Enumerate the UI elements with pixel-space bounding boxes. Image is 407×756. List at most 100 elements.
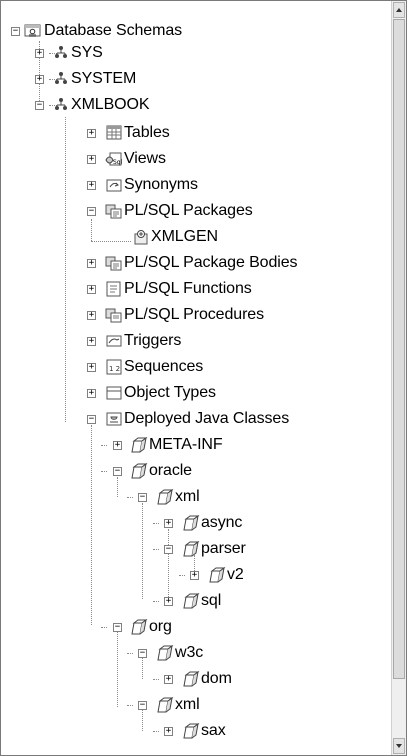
tree-node-label: w3c [175,644,204,661]
sequences-icon: 1 2 [106,359,122,375]
java-package-icon [183,722,200,739]
tree-node-label: org [149,618,172,635]
schema-icon [55,46,67,58]
arrow-up-icon [396,8,402,12]
collapse-toggle[interactable]: − [138,493,147,502]
java-package-icon [209,566,226,583]
tree-node-label: Triggers [124,332,182,349]
tree-node-label: PL/SQL Packages [124,202,253,219]
collapse-toggle[interactable]: − [113,467,122,476]
expand-toggle[interactable]: + [190,571,199,580]
tree-node-label: Tables [124,124,170,141]
schema-tree: − Database Schemas + SYS + SYSTEM − XMLB… [1,1,391,755]
java-package-icon [183,540,200,557]
tree-guide [101,471,107,472]
tree-node-label: parser [201,540,246,557]
tree-node-label: SYS [71,44,103,61]
tree-guide [179,575,185,576]
java-package-icon [157,488,174,505]
tree-guide [117,631,118,707]
plsql-package-body-icon [105,256,122,271]
expand-toggle[interactable]: + [164,727,173,736]
expand-toggle[interactable]: + [35,49,44,58]
java-package-icon [183,514,200,531]
expand-toggle[interactable]: + [87,389,96,398]
collapse-toggle[interactable]: − [87,415,96,424]
tree-node-label: Sequences [124,358,204,375]
expand-toggle[interactable]: + [87,311,96,320]
collapse-toggle[interactable]: − [87,207,96,216]
expand-toggle[interactable]: + [87,181,96,190]
schema-icon [55,72,67,84]
tree-guide [168,529,169,599]
object-types-icon [106,386,122,400]
collapse-toggle[interactable]: − [113,623,122,632]
tree-node-label: xml [175,696,200,713]
tree-node-label: PL/SQL Procedures [124,306,265,323]
expand-toggle[interactable]: + [87,337,96,346]
collapse-toggle[interactable]: − [138,701,147,710]
tree-node-label: sax [201,722,226,739]
schema-browser-panel: − Database Schemas + SYS + SYSTEM − XMLB… [0,0,407,756]
database-icon [24,24,41,37]
tree-node-label: META-INF [149,436,223,453]
tree-guide [153,549,159,550]
triggers-icon [106,335,122,347]
tree-node-label: v2 [227,566,244,583]
expand-toggle[interactable]: + [87,129,96,138]
java-package-icon [131,618,148,635]
tree-node-label: Synonyms [124,176,198,193]
tree-guide [153,731,159,732]
tree-node-label: XMLBOOK [71,96,150,113]
collapse-toggle[interactable]: − [138,649,147,658]
tree-node-label: oracle [149,462,192,479]
tree-guide [127,497,133,498]
java-package-icon [157,696,174,713]
tree-guide [127,653,133,654]
tree-node-label: dom [201,670,232,687]
expand-toggle[interactable]: + [87,155,96,164]
tree-guide [142,709,143,731]
expand-toggle[interactable]: + [164,519,173,528]
expand-toggle[interactable]: + [164,675,173,684]
tables-icon [106,125,122,140]
expand-toggle[interactable]: + [113,441,122,450]
scroll-up-button[interactable] [393,2,405,18]
vertical-scrollbar[interactable] [391,1,406,755]
tree-node-label: PL/SQL Functions [124,280,252,297]
tree-guide [91,425,92,625]
expand-toggle[interactable]: + [87,259,96,268]
package-item-icon [134,230,148,245]
plsql-package-icon [105,204,122,219]
collapse-toggle[interactable]: − [11,27,20,36]
scroll-down-button[interactable] [393,738,405,754]
tree-guide [117,477,118,497]
expand-toggle[interactable]: + [87,285,96,294]
schema-icon [55,98,67,110]
java-package-icon [183,592,200,609]
tree-guide [101,445,107,446]
java-classes-icon [106,412,122,426]
collapse-toggle[interactable]: − [35,101,44,110]
tree-node-label: XMLGEN [151,228,218,245]
tree-node-label: Deployed Java Classes [124,410,290,427]
tree-guide [101,627,107,628]
java-package-icon [157,644,174,661]
expand-toggle[interactable]: + [35,75,44,84]
synonyms-icon [106,179,122,192]
tree-node-label: Database Schemas [44,22,183,39]
expand-toggle[interactable]: + [164,597,173,606]
tree-guide [65,117,66,422]
collapse-toggle[interactable]: − [164,545,173,554]
tree-guide [91,241,131,242]
tree-node-label: SYSTEM [71,70,137,87]
tree-guide [142,657,143,679]
scrollbar-thumb[interactable] [393,19,405,679]
tree-node-label: async [201,514,243,531]
views-icon: Sql [105,152,123,166]
java-package-icon [131,462,148,479]
java-package-icon [183,670,200,687]
tree-node-label: Object Types [124,384,216,401]
expand-toggle[interactable]: + [87,363,96,372]
tree-guide [153,601,159,602]
